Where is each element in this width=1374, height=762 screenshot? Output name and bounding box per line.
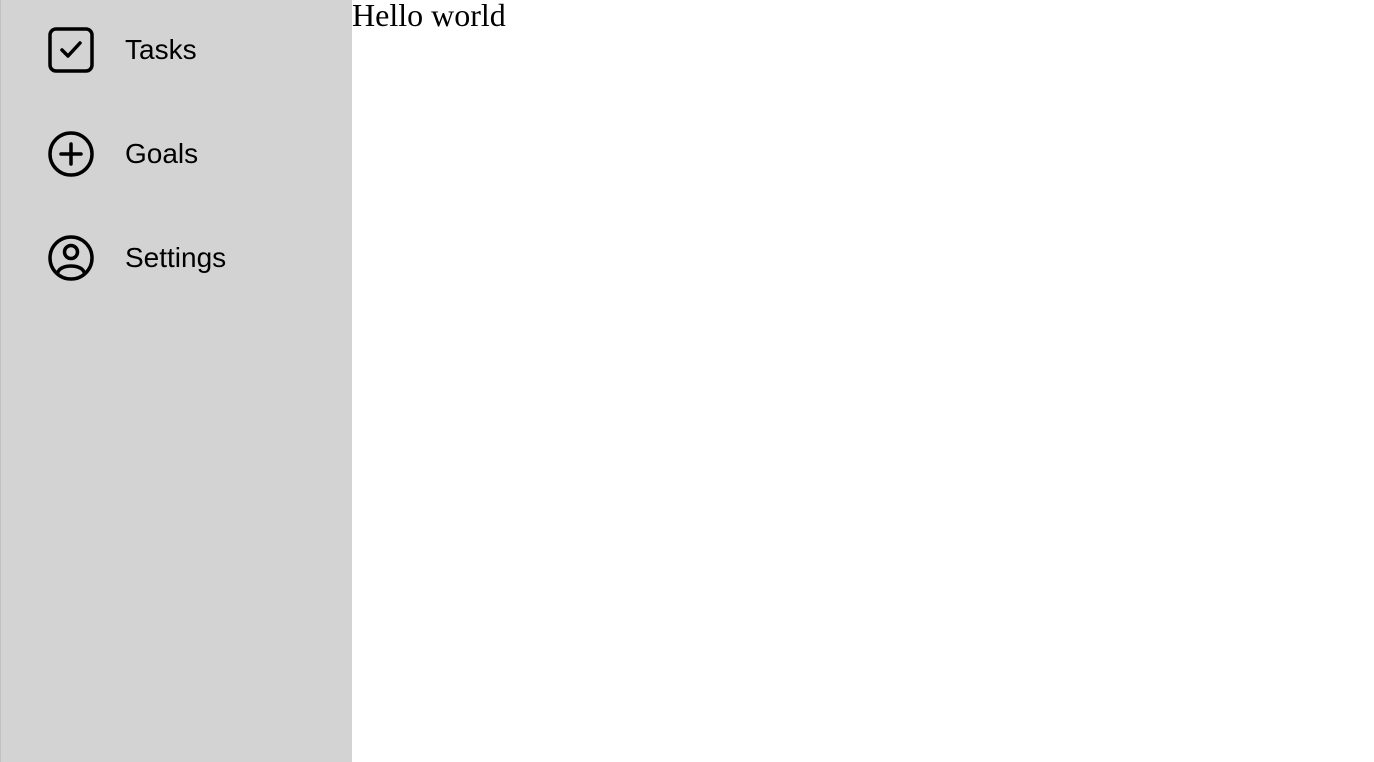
- main-text: Hello world: [352, 0, 506, 33]
- main-content: Hello world: [352, 0, 1374, 762]
- sidebar-item-tasks[interactable]: Tasks: [48, 27, 197, 73]
- circle-plus-icon: [48, 131, 94, 177]
- sidebar-item-label: Tasks: [125, 34, 197, 65]
- sidebar-item-goals[interactable]: Goals: [48, 131, 198, 177]
- sidebar: Tasks Goals Settings: [0, 0, 352, 762]
- sidebar-item-label: Goals: [125, 138, 199, 169]
- sidebar-item-settings[interactable]: Settings: [48, 235, 226, 281]
- app-window: Tasks Goals Settings Hello world: [0, 0, 1374, 762]
- checkbox-check-icon: [48, 27, 94, 73]
- sidebar-item-label: Settings: [125, 242, 227, 273]
- user-circle-icon: [48, 235, 94, 281]
